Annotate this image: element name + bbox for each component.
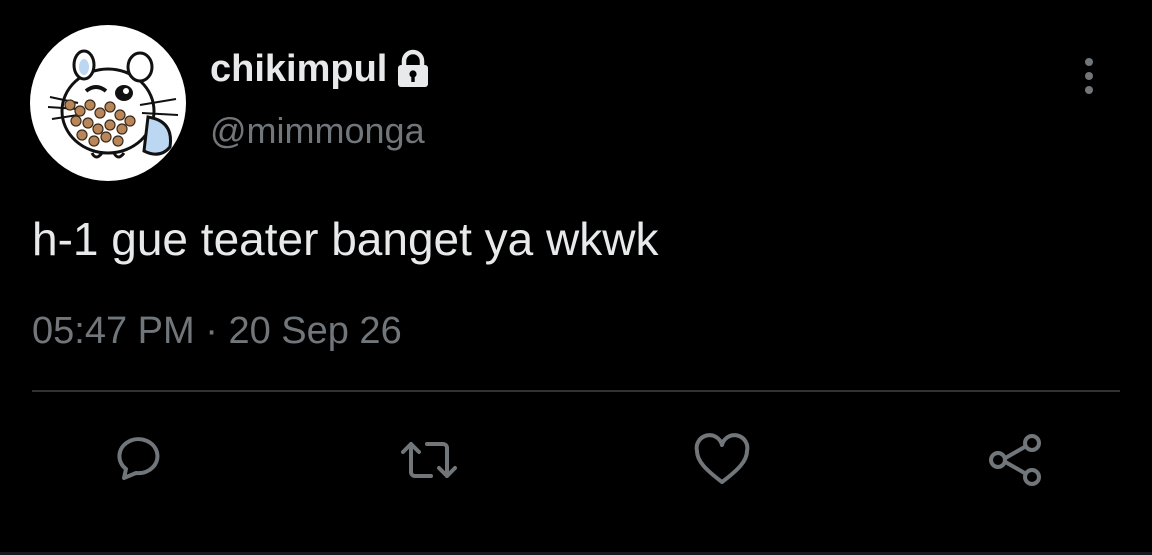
cartoon-chinchilla-avatar (47, 49, 179, 159)
lock-icon (395, 49, 431, 89)
heart-icon (692, 432, 752, 493)
tweet-timestamp[interactable]: 05:47 PM · 20 Sep 26 (32, 310, 402, 353)
handle[interactable]: @mimmonga (210, 110, 425, 152)
like-button[interactable] (690, 430, 754, 494)
display-name[interactable]: chikimpul (210, 48, 387, 91)
tweet-date: 20 Sep 26 (228, 310, 402, 352)
reply-icon (108, 432, 164, 493)
retweet-icon (399, 432, 459, 493)
author-name-row: chikimpul (210, 44, 431, 94)
retweet-button[interactable] (397, 430, 461, 494)
divider (32, 390, 1120, 392)
tweet-text: h-1 gue teater banget ya wkwk (32, 213, 659, 265)
meta-separator: · (205, 310, 218, 352)
avatar[interactable] (30, 25, 186, 181)
more-vertical-icon[interactable] (1074, 56, 1104, 96)
reply-button[interactable] (104, 430, 168, 494)
tweet-time: 05:47 PM (32, 310, 195, 352)
share-button[interactable] (984, 430, 1048, 494)
action-bar (0, 430, 1152, 494)
share-icon (986, 432, 1046, 493)
